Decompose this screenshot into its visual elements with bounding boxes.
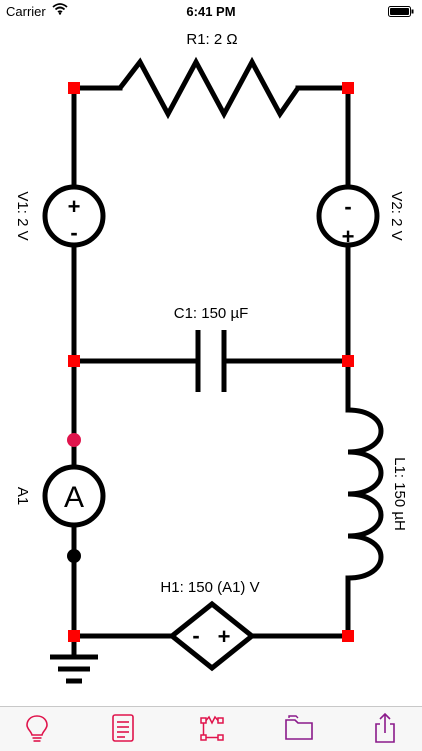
voltage-source-v2[interactable]: - + [316,184,380,249]
node[interactable] [68,355,80,367]
ammeter-negative-terminal [67,549,81,563]
minus-symbol: - [70,220,77,245]
status-bar: Carrier 6:41 PM [0,0,422,22]
ammeter-symbol: A [64,481,84,514]
inductor-label: L1: 150 µH [391,457,408,531]
node[interactable] [342,355,354,367]
lightbulb-icon[interactable] [20,711,54,745]
node[interactable] [342,82,354,94]
ammeter-positive-terminal [67,433,81,447]
ground-icon [50,654,98,684]
capacitor-c1[interactable] [195,330,227,392]
dependent-source-h1[interactable]: - + [167,600,257,672]
source-v2-label: V2: 2 V [388,191,405,240]
notes-icon[interactable] [106,711,140,745]
share-icon[interactable] [368,711,402,745]
dependent-source-label: H1: 150 (A1) V [160,579,259,596]
source-v1-label: V1: 2 V [14,191,31,240]
resistor-label: R1: 2 Ω [186,31,237,48]
clock: 6:41 PM [186,4,236,19]
circuit-editor-icon[interactable] [194,711,228,745]
folder-icon[interactable] [282,711,316,745]
inductor-l1[interactable] [347,407,384,581]
minus-symbol: - [192,623,199,648]
circuit-canvas[interactable]: R1: 2 Ω C1: 150 µF + - V1: 2 V - + V2: 2… [0,22,422,706]
node[interactable] [68,630,80,642]
node[interactable] [68,82,80,94]
capacitor-label: C1: 150 µF [174,305,249,322]
bottom-toolbar [0,706,422,751]
battery-icon [388,6,414,17]
plus-symbol: + [342,224,355,249]
ammeter-label: A1 [14,487,31,505]
plus-symbol: + [68,194,81,219]
wires [71,85,351,658]
plus-symbol: + [218,624,231,649]
node[interactable] [342,630,354,642]
minus-symbol: - [344,194,351,219]
voltage-source-v1[interactable]: + - [42,184,106,248]
resistor-r1[interactable] [118,56,301,120]
